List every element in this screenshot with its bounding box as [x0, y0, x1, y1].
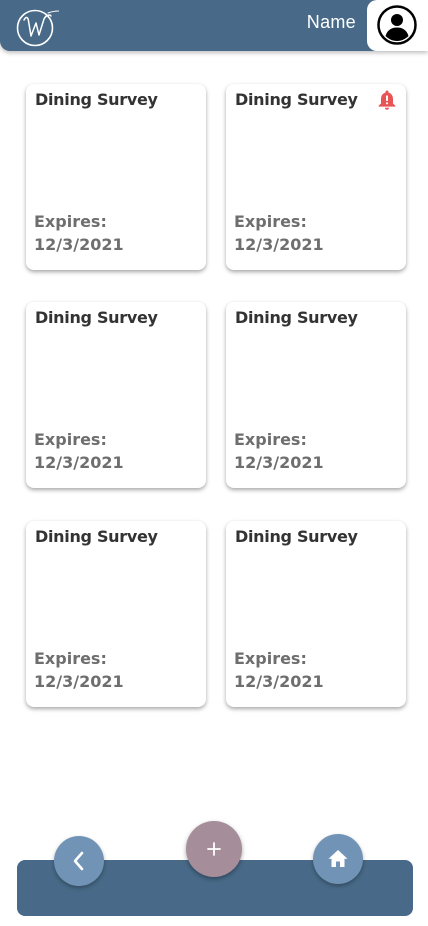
survey-card[interactable]: Dining Survey Expires: 12/3/2021	[226, 521, 406, 707]
expires-label: Expires:	[234, 430, 307, 449]
survey-expiration: Expires: 12/3/2021	[34, 647, 124, 693]
survey-title: Dining Survey	[35, 308, 158, 327]
survey-expiration: Expires: 12/3/2021	[34, 210, 124, 256]
survey-expiration: Expires: 12/3/2021	[234, 647, 324, 693]
expires-label: Expires:	[34, 212, 107, 231]
survey-expiration: Expires: 12/3/2021	[34, 428, 124, 474]
logo-icon[interactable]	[15, 4, 59, 48]
chevron-left-icon	[73, 851, 84, 871]
survey-card[interactable]: Dining Survey Expires: 12/3/2021	[226, 84, 406, 270]
survey-card[interactable]: Dining Survey Expires: 12/3/2021	[226, 302, 406, 488]
home-icon	[328, 850, 348, 867]
survey-card[interactable]: Dining Survey Expires: 12/3/2021	[26, 302, 206, 488]
profile-button[interactable]	[367, 0, 428, 51]
home-button[interactable]	[313, 834, 363, 884]
add-button[interactable]	[186, 821, 242, 877]
expires-date: 12/3/2021	[234, 672, 324, 691]
survey-title: Dining Survey	[235, 90, 358, 109]
survey-card[interactable]: Dining Survey Expires: 12/3/2021	[26, 521, 206, 707]
expires-date: 12/3/2021	[234, 453, 324, 472]
survey-title: Dining Survey	[35, 90, 158, 109]
user-avatar-icon	[377, 5, 417, 45]
expires-label: Expires:	[34, 649, 107, 668]
expires-date: 12/3/2021	[34, 672, 124, 691]
survey-card[interactable]: Dining Survey Expires: 12/3/2021	[26, 84, 206, 270]
bell-alert-icon	[378, 90, 396, 110]
expires-label: Expires:	[234, 649, 307, 668]
plus-icon	[207, 842, 221, 856]
survey-title: Dining Survey	[235, 527, 358, 546]
back-button[interactable]	[54, 836, 104, 886]
app-header: Name	[0, 0, 428, 51]
expires-date: 12/3/2021	[234, 235, 324, 254]
expires-date: 12/3/2021	[34, 235, 124, 254]
expires-label: Expires:	[234, 212, 307, 231]
expires-label: Expires:	[34, 430, 107, 449]
survey-title: Dining Survey	[35, 527, 158, 546]
expires-date: 12/3/2021	[34, 453, 124, 472]
survey-expiration: Expires: 12/3/2021	[234, 428, 324, 474]
survey-expiration: Expires: 12/3/2021	[234, 210, 324, 256]
survey-title: Dining Survey	[235, 308, 358, 327]
user-name-label: Name	[306, 12, 356, 32]
